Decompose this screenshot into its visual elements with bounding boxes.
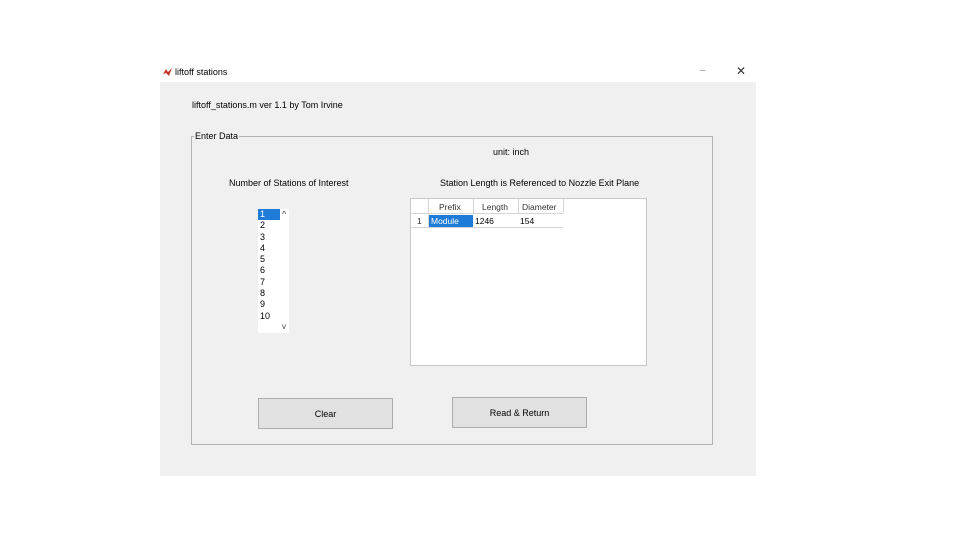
table-header-divider	[411, 213, 563, 214]
table-col-divider	[563, 199, 564, 213]
table-cell-diameter[interactable]: 154	[520, 215, 534, 227]
column-header-diameter[interactable]: Diameter	[522, 202, 556, 212]
list-item[interactable]: 3	[258, 232, 280, 243]
list-item[interactable]: 10	[258, 311, 280, 322]
reference-label: Station Length is Referenced to Nozzle E…	[440, 178, 640, 188]
window-titlebar: liftoff stations – ✕	[160, 62, 756, 82]
list-item[interactable]: 8	[258, 288, 280, 299]
list-item[interactable]: 7	[258, 277, 280, 288]
program-heading: liftoff_stations.m ver 1.1 by Tom Irvine	[192, 100, 343, 110]
station-table[interactable]: Prefix Length Diameter 1 Module 1246 154	[410, 198, 647, 366]
list-item[interactable]: 6	[258, 265, 280, 276]
minimize-icon[interactable]: –	[700, 65, 706, 76]
list-item[interactable]: 5	[258, 254, 280, 265]
table-row-divider	[411, 227, 563, 228]
read-return-button[interactable]: Read & Return	[452, 397, 587, 428]
table-col-divider	[473, 199, 474, 213]
list-item[interactable]: 2	[258, 220, 280, 231]
stations-list-items: 1 2 3 4 5 6 7 8 9 10	[258, 209, 280, 322]
list-item[interactable]: 4	[258, 243, 280, 254]
stations-listbox[interactable]: 1 2 3 4 5 6 7 8 9 10 ^ v	[258, 209, 289, 333]
scroll-down-icon[interactable]: v	[282, 322, 286, 331]
matlab-app-icon	[163, 68, 172, 76]
list-item[interactable]: 1	[258, 209, 280, 221]
unit-label: unit: inch	[493, 147, 530, 157]
table-col-divider	[518, 199, 519, 213]
column-header-length[interactable]: Length	[482, 202, 508, 212]
clear-button[interactable]: Clear	[258, 398, 393, 429]
scroll-up-icon[interactable]: ^	[282, 209, 286, 219]
panel-title: Enter Data	[194, 131, 240, 141]
row-number: 1	[417, 216, 422, 226]
table-cell-prefix[interactable]: Module	[429, 215, 473, 227]
stations-count-label: Number of Stations of Interest	[229, 178, 349, 188]
close-icon[interactable]: ✕	[736, 64, 746, 78]
table-cell-length[interactable]: 1246	[475, 215, 494, 227]
list-item[interactable]: 9	[258, 299, 280, 310]
column-header-prefix[interactable]: Prefix	[439, 202, 461, 212]
window-client-area: liftoff_stations.m ver 1.1 by Tom Irvine…	[160, 82, 756, 476]
window-title: liftoff stations	[175, 67, 228, 77]
